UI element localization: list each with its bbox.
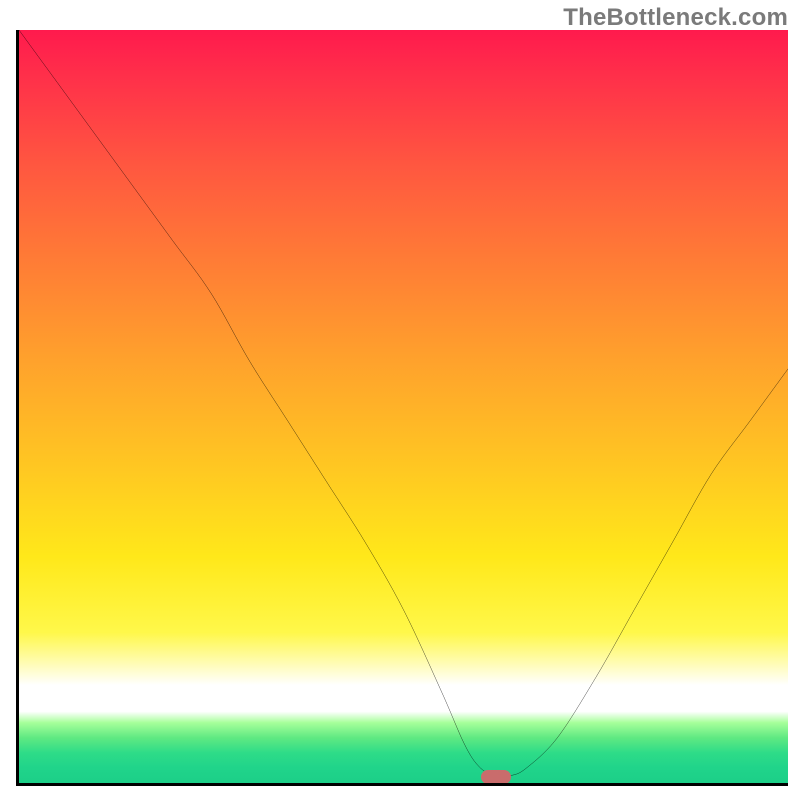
curve-svg bbox=[19, 30, 788, 783]
plot-area bbox=[16, 30, 788, 786]
minimum-marker bbox=[481, 770, 511, 784]
watermark-text: TheBottleneck.com bbox=[563, 4, 788, 32]
bottleneck-curve-path bbox=[19, 30, 788, 776]
chart-frame: TheBottleneck.com bbox=[0, 0, 800, 800]
